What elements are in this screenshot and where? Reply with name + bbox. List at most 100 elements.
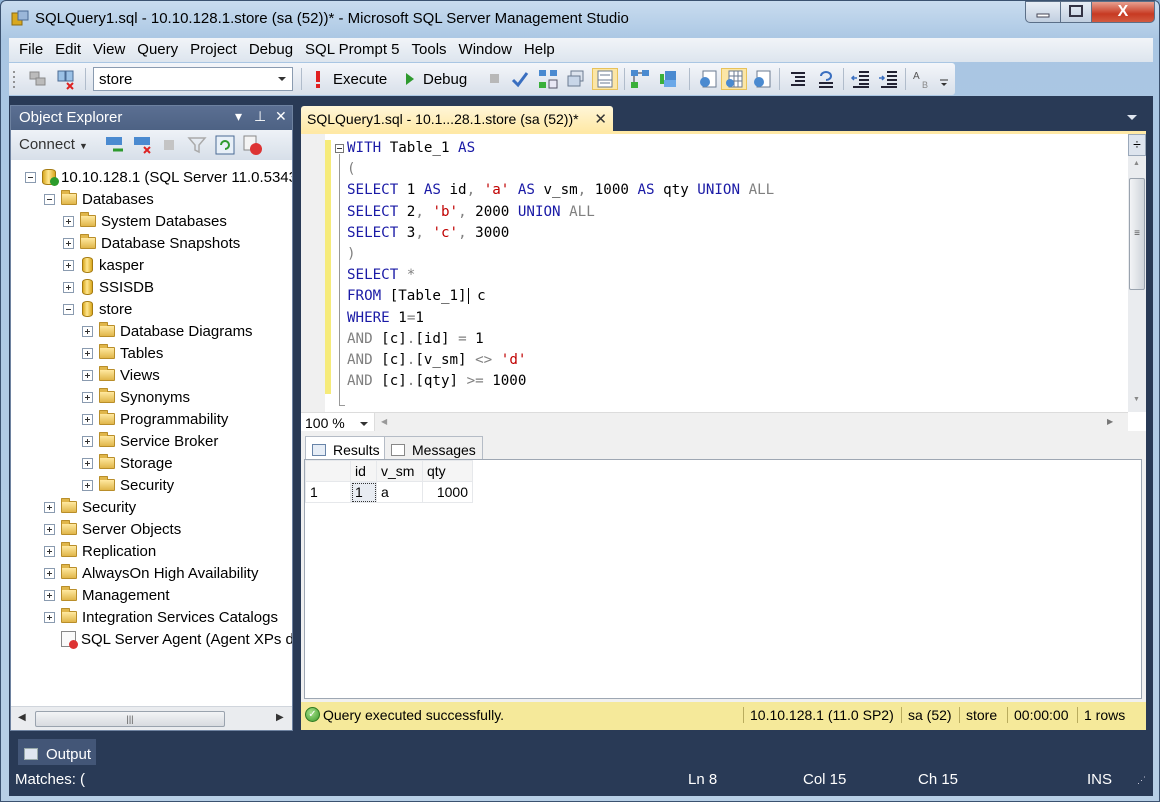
activity-monitor-icon[interactable]	[241, 134, 263, 156]
menu-sql-prompt[interactable]: SQL Prompt 5	[299, 38, 405, 58]
menu-view[interactable]: View	[87, 38, 131, 58]
expand-icon[interactable]	[82, 413, 93, 425]
expand-icon[interactable]	[82, 479, 93, 491]
scroll-up-icon[interactable]: ▲	[1133, 160, 1140, 167]
expand-icon[interactable]	[44, 567, 55, 579]
change-connection-button[interactable]	[55, 68, 77, 90]
tree-node[interactable]: System Databases	[63, 210, 227, 232]
toolbar-grip[interactable]	[12, 69, 16, 89]
filter-icon[interactable]	[187, 135, 207, 155]
collapse-region-icon[interactable]	[335, 144, 344, 153]
actual-plan-button[interactable]	[629, 68, 651, 90]
menu-help[interactable]: Help	[518, 38, 561, 58]
tree-node[interactable]: Security	[44, 496, 136, 518]
scroll-right-icon[interactable]: ▶	[1107, 417, 1113, 426]
grid-corner[interactable]	[305, 460, 351, 482]
tab-results[interactable]: Results	[305, 436, 387, 460]
tree-node[interactable]: AlwaysOn High Availability	[44, 562, 258, 584]
table-row[interactable]: 1 1 a 1000	[305, 481, 473, 503]
tree-node[interactable]: kasper	[63, 254, 144, 276]
menu-tools[interactable]: Tools	[406, 38, 453, 58]
include-client-stats-button[interactable]	[592, 68, 618, 90]
cancel-query-button[interactable]	[484, 68, 506, 90]
split-window-icon[interactable]: ÷	[1128, 134, 1146, 156]
minimize-button[interactable]	[1025, 1, 1061, 23]
display-estimated-plan-button[interactable]	[537, 68, 559, 90]
panel-dropdown-icon[interactable]: ▾	[235, 108, 242, 125]
tree-node[interactable]: Security	[82, 474, 174, 496]
tree-node[interactable]: Tables	[82, 342, 163, 364]
expand-icon[interactable]	[44, 501, 55, 513]
tree-node[interactable]: store	[63, 298, 132, 320]
expand-icon[interactable]	[63, 259, 74, 271]
tree-node[interactable]: SSISDB	[63, 276, 154, 298]
connect-dropdown-button[interactable]: Connect ▼	[19, 136, 88, 153]
connect-object-explorer-icon[interactable]	[105, 135, 125, 155]
zoom-select[interactable]: 100 %	[301, 413, 375, 433]
menu-window[interactable]: Window	[453, 38, 518, 58]
tab-sqlquery1[interactable]: SQLQuery1.sql - 10.1...28.1.store (sa (5…	[301, 106, 613, 132]
refresh-icon[interactable]	[215, 135, 235, 155]
query-editor[interactable]: WITH Table_1 AS (SELECT 1 AS id, 'a' AS v…	[301, 131, 1146, 433]
available-databases-select[interactable]: store	[93, 67, 293, 91]
tree-node[interactable]: 10.10.128.1 (SQL Server 11.0.5343 -	[25, 166, 292, 188]
results-to-file-button[interactable]	[751, 68, 773, 90]
scroll-left-icon[interactable]: ◀	[381, 417, 387, 426]
tree-node[interactable]: Views	[82, 364, 160, 386]
live-statistics-button[interactable]	[657, 68, 679, 90]
expand-icon[interactable]	[82, 457, 93, 469]
column-header[interactable]: v_sm	[376, 460, 423, 482]
stop-icon[interactable]	[161, 137, 177, 153]
execute-button[interactable]: Execute	[311, 68, 387, 90]
tree-node[interactable]: Management	[44, 584, 170, 606]
column-header[interactable]: id	[350, 460, 377, 482]
debug-button[interactable]: Debug	[403, 68, 467, 90]
menu-query[interactable]: Query	[131, 38, 184, 58]
expand-icon[interactable]	[82, 435, 93, 447]
tree-node[interactable]: Storage	[82, 452, 173, 474]
close-panel-icon[interactable]: ✕	[275, 108, 287, 125]
collapse-icon[interactable]	[25, 171, 36, 183]
tree-node[interactable]: Replication	[44, 540, 156, 562]
horizontal-scrollbar[interactable]: ◀ ||| ▶	[11, 706, 292, 730]
expand-icon[interactable]	[63, 215, 74, 227]
grid-cell[interactable]: 1	[350, 481, 377, 503]
close-tab-icon[interactable]: ✕	[594, 110, 607, 128]
grid-cell[interactable]: a	[376, 481, 423, 503]
grid-cell[interactable]: 1000	[422, 481, 473, 503]
scroll-left-icon[interactable]: ◀	[18, 712, 26, 723]
connect-button[interactable]	[27, 68, 49, 90]
scroll-right-icon[interactable]: ▶	[276, 712, 284, 723]
row-number[interactable]: 1	[305, 481, 351, 503]
tree-node[interactable]: Integration Services Catalogs	[44, 606, 278, 628]
tree-node[interactable]: Databases	[44, 188, 154, 210]
tree-node[interactable]: Service Broker	[82, 430, 218, 452]
menu-file[interactable]: File	[9, 38, 49, 58]
uncomment-button[interactable]	[815, 68, 837, 90]
menu-edit[interactable]: Edit	[49, 38, 87, 58]
expand-icon[interactable]	[44, 589, 55, 601]
vertical-scrollbar[interactable]: ÷ ▲ ≡ ▼	[1128, 134, 1146, 412]
expand-icon[interactable]	[44, 611, 55, 623]
tree-node[interactable]: SQL Server Agent (Agent XPs di	[44, 628, 292, 650]
comment-button[interactable]	[787, 68, 809, 90]
expand-icon[interactable]	[82, 347, 93, 359]
tree-node[interactable]: Programmability	[82, 408, 228, 430]
expand-icon[interactable]	[82, 391, 93, 403]
maximize-button[interactable]	[1060, 1, 1092, 23]
expand-icon[interactable]	[63, 281, 74, 293]
collapse-icon[interactable]	[44, 193, 55, 205]
increase-indent-button[interactable]	[877, 68, 899, 90]
menu-debug[interactable]: Debug	[243, 38, 299, 58]
specify-template-values-button[interactable]: AB	[911, 68, 933, 90]
results-to-text-button[interactable]	[697, 68, 719, 90]
resize-grip-icon[interactable]: ⋰	[1137, 775, 1146, 786]
tree-node[interactable]: Database Diagrams	[82, 320, 253, 342]
toolbar-overflow-button[interactable]	[939, 68, 949, 90]
query-options-button[interactable]	[565, 68, 587, 90]
expand-icon[interactable]	[44, 545, 55, 557]
output-tab[interactable]: Output	[18, 739, 96, 765]
decrease-indent-button[interactable]	[849, 68, 871, 90]
column-header[interactable]: qty	[422, 460, 473, 482]
expand-icon[interactable]	[44, 523, 55, 535]
